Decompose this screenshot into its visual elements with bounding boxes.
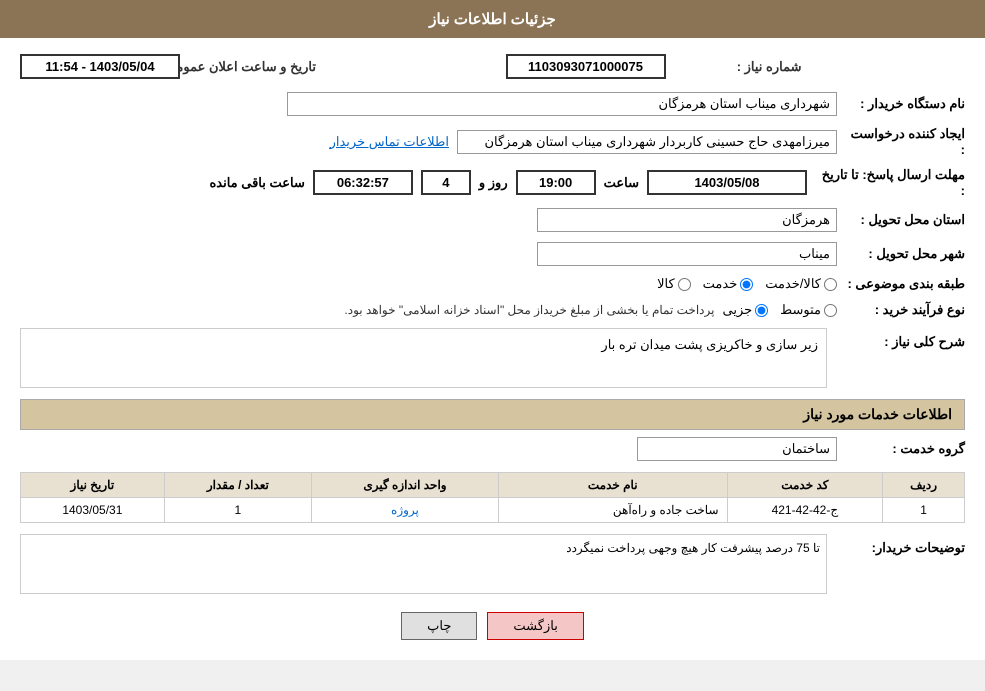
- ostan-tahvil-value: هرمزگان: [537, 208, 837, 232]
- print-button[interactable]: چاپ: [401, 612, 477, 640]
- radio-kala-khedmat-label: کالا/خدمت: [765, 276, 821, 292]
- col-radif: ردیف: [883, 473, 965, 498]
- saat-label: ساعت: [604, 175, 639, 191]
- radio-kala-item: کالا: [657, 276, 691, 292]
- rooz-label: روز و: [479, 175, 508, 191]
- saat-value: 19:00: [516, 170, 596, 195]
- shomare-niaz-label: شماره نیاز :: [672, 59, 802, 75]
- col-unit: واحد اندازه گیری: [312, 473, 499, 498]
- saat-mande-label: ساعت باقی مانده: [209, 175, 304, 191]
- cell-unit: پروژه: [312, 498, 499, 523]
- radio-kala[interactable]: [678, 278, 691, 291]
- shahr-tahvil-value: میناب: [537, 242, 837, 266]
- col-count: تعداد / مقدار: [164, 473, 311, 498]
- mohlet-label: مهلت ارسال پاسخ: تا تاریخ :: [815, 167, 965, 198]
- ijad-konande-label: ایجاد کننده درخواست :: [845, 126, 965, 157]
- nam-dastgah-label: نام دستگاه خریدار :: [845, 96, 965, 112]
- radio-mottawaset-label: متوسط: [780, 302, 821, 318]
- radio-mottawaset[interactable]: [824, 304, 837, 317]
- col-name: نام خدمت: [498, 473, 727, 498]
- tarikh-elam-label: تاریخ و ساعت اعلان عمومی :: [186, 59, 316, 75]
- radio-jozyi-label: جزیی: [722, 302, 752, 318]
- cell-radif: 1: [883, 498, 965, 523]
- ijad-konande-value: میرزامهدی حاج حسینی کاربردار شهرداری مین…: [457, 130, 837, 154]
- type-radio-group: متوسط جزیی: [722, 302, 837, 318]
- group-label: گروه خدمت :: [845, 441, 965, 457]
- sharh-value: زیر سازی و خاکریزی پشت میدان تره بار: [20, 328, 827, 388]
- tarikh-elam-value: 1403/05/04 - 11:54: [20, 54, 180, 79]
- radio-khedmat-item: خدمت: [703, 276, 754, 292]
- radio-khedmat-label: خدمت: [703, 276, 738, 292]
- tabaqe-radio-group: کالا/خدمت خدمت کالا: [657, 276, 837, 292]
- radio-khedmat[interactable]: [740, 278, 753, 291]
- cell-code: ج-42-42-421: [727, 498, 883, 523]
- cell-count: 1: [164, 498, 311, 523]
- type-notice: پرداخت تمام یا بخشی از مبلغ خریداز محل "…: [344, 303, 714, 317]
- services-table: ردیف کد خدمت نام خدمت واحد اندازه گیری ت…: [20, 472, 965, 523]
- radio-kala-khedmat[interactable]: [824, 278, 837, 291]
- page-wrapper: جزئیات اطلاعات نیاز شماره نیاز : 1103093…: [0, 0, 985, 660]
- radio-kala-label: کالا: [657, 276, 675, 292]
- back-button[interactable]: بازگشت: [487, 612, 583, 640]
- group-value: ساختمان: [637, 437, 837, 461]
- cell-name: ساخت جاده و راه‌آهن: [498, 498, 727, 523]
- table-row: 1 ج-42-42-421 ساخت جاده و راه‌آهن پروژه …: [21, 498, 965, 523]
- sharh-label: شرح کلی نیاز :: [835, 328, 965, 350]
- content-area: شماره نیاز : 1103093071000075 تاریخ و سا…: [0, 38, 985, 660]
- radio-jozyi[interactable]: [755, 304, 768, 317]
- tozihat-value: تا 75 درصد پیشرفت کار هیچ وجهی پرداخت نم…: [20, 534, 827, 594]
- ostan-tahvil-label: استان محل تحویل :: [845, 212, 965, 228]
- shomare-niaz-value: 1103093071000075: [506, 54, 666, 79]
- tozihat-label: توضیحات خریدار:: [835, 534, 965, 556]
- col-code: کد خدمت: [727, 473, 883, 498]
- cell-date: 1403/05/31: [21, 498, 165, 523]
- type-label: نوع فرآیند خرید :: [845, 302, 965, 318]
- radio-mottawaset-item: متوسط: [780, 302, 837, 318]
- rooz-value: 4: [421, 170, 471, 195]
- services-section-header: اطلاعات خدمات مورد نیاز: [20, 399, 965, 430]
- nam-dastgah-value: شهرداری میناب استان هرمزگان: [287, 92, 837, 116]
- button-row: بازگشت چاپ: [20, 612, 965, 640]
- tabaqe-label: طبقه بندی موضوعی :: [845, 276, 965, 292]
- shahr-tahvil-label: شهر محل تحویل :: [845, 246, 965, 262]
- ettelaat-tamas-link[interactable]: اطلاعات تماس خریدار: [330, 134, 449, 150]
- col-date: تاریخ نیاز: [21, 473, 165, 498]
- radio-kala-khedmat-item: کالا/خدمت: [765, 276, 837, 292]
- tarikh-value: 1403/05/08: [647, 170, 807, 195]
- page-title: جزئیات اطلاعات نیاز: [429, 11, 556, 28]
- page-header: جزئیات اطلاعات نیاز: [0, 0, 985, 38]
- saat-mande-value: 06:32:57: [313, 170, 413, 195]
- radio-jozyi-item: جزیی: [722, 302, 768, 318]
